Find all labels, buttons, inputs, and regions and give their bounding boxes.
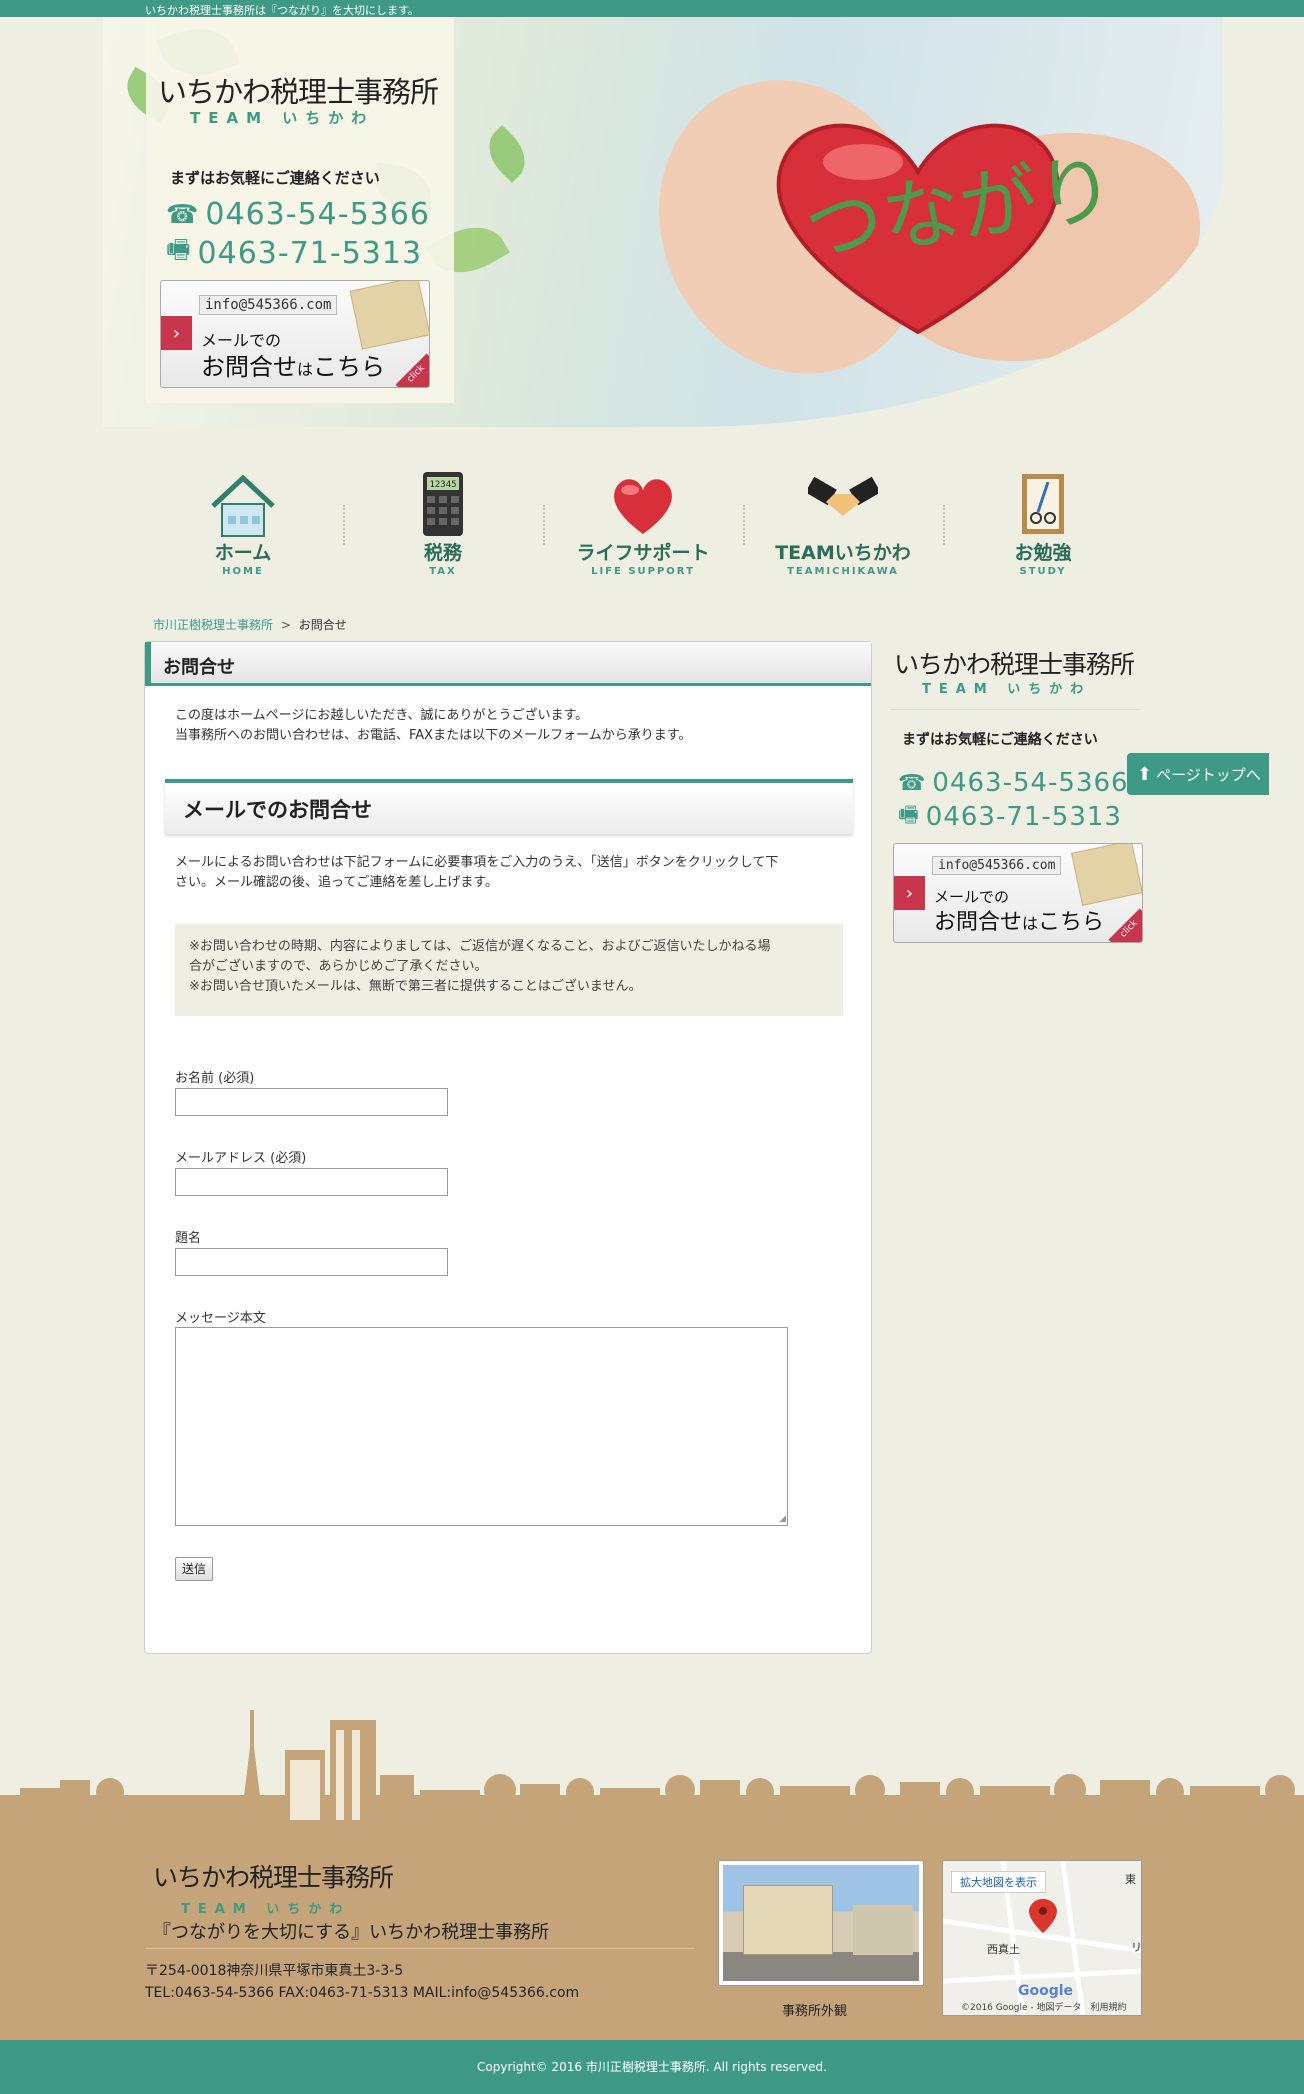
mail-contact-button[interactable]: › info@545366.com メールでの お問合せはこちら click (160, 280, 430, 388)
intro-text-1: この度はホームページにお越しいただき、誠にありがとうございます。 (175, 708, 589, 723)
top-bar: いちかわ税理士事務所は『つながり』を大切にします。 (0, 0, 1304, 17)
click-badge: click (395, 353, 429, 387)
sidebar-fax-number: 🖷 0463-71-5313 (898, 798, 1122, 836)
fax-icon: 🖷 (898, 803, 920, 828)
hero-contact-card: いちかわ税理士事務所 TEAM いちかわ まずはお気軽にご連絡ください ☎ 046… (146, 17, 454, 403)
click-badge: click (1108, 908, 1142, 942)
nav-divider (943, 505, 945, 545)
handshake-icon (805, 472, 881, 538)
email-label: メールアドレス (必須) (175, 1151, 307, 1166)
office-photo-caption: 事務所外観 (782, 2004, 848, 2019)
nav-item-team[interactable]: TEAMいちかわ TEAMICHIKAWA (768, 470, 918, 585)
footer: いちかわ税理士事務所 TEAM いちかわ 『つながりを大切にする』いちかわ税理士… (0, 1830, 1304, 2040)
section-title: メールでのお問合せ (183, 798, 372, 822)
page-title-bar: お問合せ (145, 642, 871, 686)
calculator-icon: 12345 (408, 472, 478, 538)
nav-divider (343, 505, 345, 545)
nav-item-home[interactable]: ホーム HOME (168, 470, 318, 585)
notebook-icon (1008, 472, 1078, 538)
leaf-graphic (478, 125, 536, 183)
email-input[interactable] (175, 1168, 448, 1196)
page-top-button[interactable]: ⬆ ページトップへ (1127, 753, 1269, 795)
name-label: お名前 (必須) (175, 1071, 255, 1086)
message-label: メッセージ本文 (175, 1311, 266, 1326)
intro-text-2: 当事務所へのお問い合わせは、お電話、FAXまたは以下のメールフォームから承ります… (175, 728, 692, 743)
tel-number[interactable]: ☎ 0463-54-5366 (166, 197, 430, 232)
google-logo: Google (1018, 1983, 1074, 1999)
footer-logo[interactable]: いちかわ税理士事務所 TEAM いちかわ (153, 1858, 394, 1917)
subject-label: 題名 (175, 1231, 202, 1246)
mail-address: info@545366.com (199, 295, 338, 315)
copyright-text: Copyright© 2016 市川正樹税理士事務所. All rights r… (477, 2060, 827, 2074)
main-content: お問合せ この度はホームページにお越しいただき、誠にありがとうございます。 当事… (144, 641, 872, 1654)
nav-item-tax[interactable]: 12345 税務 TAX (368, 470, 518, 585)
nav-item-life-support[interactable]: ライフサポート LIFE SUPPORT (568, 470, 718, 585)
breadcrumb: 市川正樹税理士事務所 > お問合せ (153, 616, 347, 633)
breadcrumb-separator: > (280, 618, 291, 632)
nav-divider (743, 505, 745, 545)
breadcrumb-home-link[interactable]: 市川正樹税理士事務所 (153, 618, 273, 632)
site-logo-subtitle: TEAM いちかわ (190, 109, 375, 127)
phone-icon: ☎ (166, 199, 200, 230)
map-expand-button[interactable]: 拡大地図を表示 (951, 1871, 1046, 1893)
notice-box: ※お問い合わせの時期、内容によりましては、ご返信が遅くなること、およびご返信いた… (175, 924, 843, 1016)
house-icon (208, 472, 278, 538)
form-description-1: メールによるお問い合わせは下記フォームに必要事項をご入力のうえ、「送信」ボタンを… (175, 855, 779, 870)
copyright-bar: Copyright© 2016 市川正樹税理士事務所. All rights r… (0, 2040, 1304, 2094)
phone-icon: ☎ (898, 770, 927, 796)
footer-tagline: 『つながりを大切にする』いちかわ税理士事務所 (153, 1922, 550, 1943)
footer-divider (145, 1948, 695, 1949)
chevron-right-icon: › (894, 876, 925, 910)
fax-number: 🖷 0463-71-5313 (166, 231, 422, 275)
site-logo-title[interactable]: いちかわ税理士事務所 (158, 69, 439, 111)
map-copyright: ©2016 Google - 地図データ 利用規約 (961, 2003, 1127, 2013)
fax-icon: 🖷 (166, 235, 192, 265)
top-tagline: いちかわ税理士事務所は『つながり』を大切にします。 (145, 4, 419, 17)
sidebar-tel-number[interactable]: ☎ 0463-54-5366 (898, 768, 1129, 798)
subject-input[interactable] (175, 1248, 448, 1276)
global-nav: ホーム HOME 12345 税務 TAX ライフサポート LIFE SUPPO… (168, 470, 1168, 585)
office-photo (718, 1860, 924, 1986)
arrow-up-icon: ⬆ (1137, 763, 1153, 785)
form-description-2: さい。メール確認の後、追ってご連絡を差し上げます。 (175, 875, 499, 890)
sidebar-logo-title[interactable]: いちかわ税理士事務所 (894, 645, 1135, 681)
envelope-icon (349, 281, 429, 350)
chevron-right-icon: › (161, 316, 192, 350)
sidebar-contact-lead: まずはお気軽にご連絡ください (902, 732, 1098, 748)
footer-address: 〒254-0018神奈川県平塚市東真土3-3-5 TEL:0463-54-536… (145, 1963, 580, 2001)
section-title-bar: メールでのお問合せ (165, 779, 853, 834)
sidebar: いちかわ税理士事務所 TEAM いちかわ まずはお気軽にご連絡ください ☎ 046… (890, 641, 1143, 961)
submit-button[interactable]: 送信 (175, 1557, 213, 1581)
office-map[interactable]: 拡大地図を表示 西真土 東 リ Google ©2016 Google - 地図… (942, 1860, 1142, 2016)
sidebar-logo-subtitle: TEAM いちかわ (922, 682, 1092, 697)
nav-item-study[interactable]: お勉強 STUDY (968, 470, 1118, 585)
page-title: お問合せ (163, 657, 235, 678)
message-textarea[interactable]: ◢ (175, 1327, 788, 1526)
svg-text:12345: 12345 (429, 480, 456, 490)
contact-lead: まずはお気軽にご連絡ください (170, 169, 380, 187)
sidebar-mail-contact-button[interactable]: › info@545366.com メールでの お問合せはこちら click (893, 843, 1143, 943)
envelope-icon (1071, 844, 1142, 906)
sidebar-divider (890, 709, 1140, 710)
nav-divider (543, 505, 545, 545)
city-silhouette (0, 1700, 1304, 1830)
breadcrumb-current: お問合せ (298, 618, 347, 632)
name-input[interactable] (175, 1088, 448, 1116)
heart-icon (608, 472, 678, 538)
resize-grip-icon[interactable]: ◢ (779, 1514, 786, 1524)
